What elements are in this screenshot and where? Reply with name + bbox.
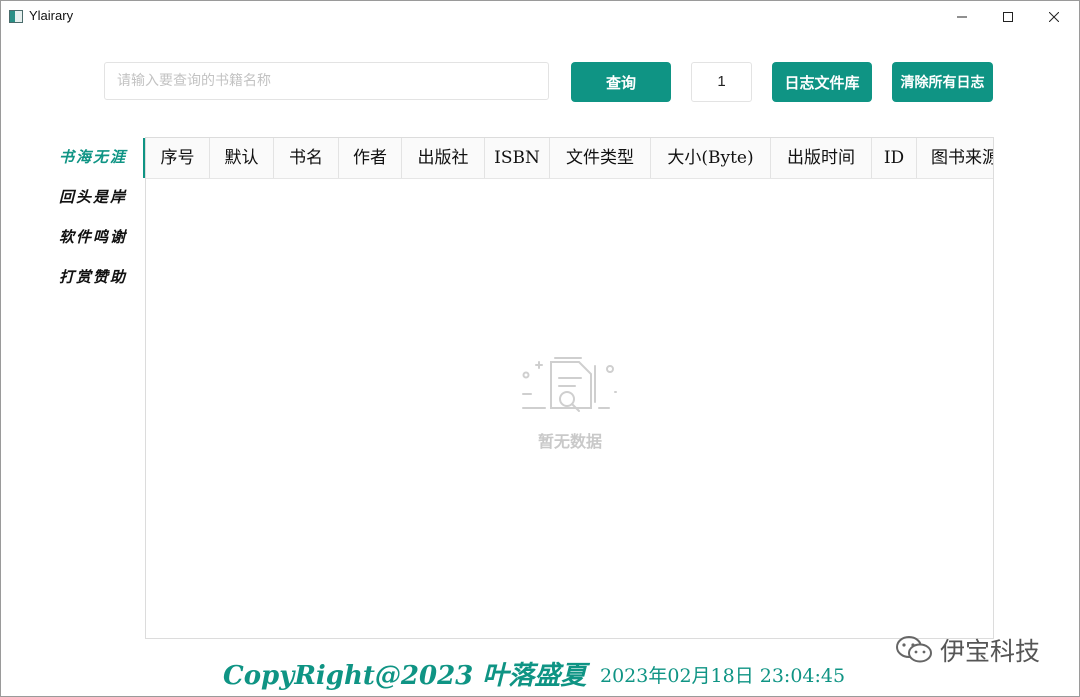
- sidebar-item-turn-back[interactable]: 回头是岸: [59, 177, 143, 217]
- close-icon: [1049, 11, 1059, 22]
- minimize-button[interactable]: [939, 1, 985, 32]
- column-header-isbn[interactable]: ISBN: [485, 138, 550, 178]
- maximize-button[interactable]: [985, 1, 1031, 32]
- column-header-index[interactable]: 序号: [146, 138, 210, 178]
- copyright-text: CopyRight@2023 叶落盛夏: [223, 661, 587, 691]
- sidebar-item-credits[interactable]: 软件鸣谢: [59, 217, 143, 257]
- column-header-author[interactable]: 作者: [339, 138, 402, 178]
- sidebar-item-donate[interactable]: 打赏赞助: [59, 257, 143, 297]
- column-header-source[interactable]: 图书来源: [917, 138, 993, 178]
- column-header-default[interactable]: 默认: [210, 138, 274, 178]
- sidebar-item-book-sea[interactable]: 书海无涯: [59, 137, 143, 177]
- column-header-id[interactable]: ID: [872, 138, 917, 178]
- minimize-icon: [957, 16, 967, 17]
- empty-document-search-icon: [522, 357, 617, 412]
- app-window: Ylairary 查询 1 日志文件库 清除所有日志 书海无涯 回头是岸 软件鸣…: [0, 0, 1080, 697]
- watermark: 伊宝科技: [894, 632, 1040, 668]
- close-button[interactable]: [1031, 1, 1077, 32]
- query-button[interactable]: 查询: [571, 62, 671, 102]
- maximize-icon: [1003, 11, 1013, 22]
- watermark-text: 伊宝科技: [940, 637, 1041, 666]
- column-header-publish-time[interactable]: 出版时间: [771, 138, 872, 178]
- search-input[interactable]: [104, 62, 549, 100]
- clear-all-logs-button[interactable]: 清除所有日志: [892, 62, 993, 102]
- wechat-icon: [896, 636, 932, 663]
- column-header-publisher[interactable]: 出版社: [402, 138, 485, 178]
- empty-state-text: 暂无数据: [537, 432, 602, 451]
- page-number-field[interactable]: 1: [691, 62, 752, 102]
- window-title: Ylairary: [29, 8, 74, 23]
- log-library-button[interactable]: 日志文件库: [772, 62, 872, 102]
- app-icon: [9, 10, 23, 23]
- table-header: 序号 默认 书名 作者 出版社 ISBN 文件类型 大小(Byte) 出版时间 …: [146, 138, 993, 179]
- column-header-size[interactable]: 大小(Byte): [651, 138, 771, 178]
- datetime-text: 2023年02月18日 23:04:45: [600, 665, 846, 687]
- title-bar[interactable]: Ylairary: [1, 1, 1079, 32]
- column-header-file-type[interactable]: 文件类型: [550, 138, 651, 178]
- empty-state: 暂无数据: [515, 354, 625, 452]
- column-header-title[interactable]: 书名: [274, 138, 339, 178]
- books-table[interactable]: 序号 默认 书名 作者 出版社 ISBN 文件类型 大小(Byte) 出版时间 …: [145, 137, 994, 639]
